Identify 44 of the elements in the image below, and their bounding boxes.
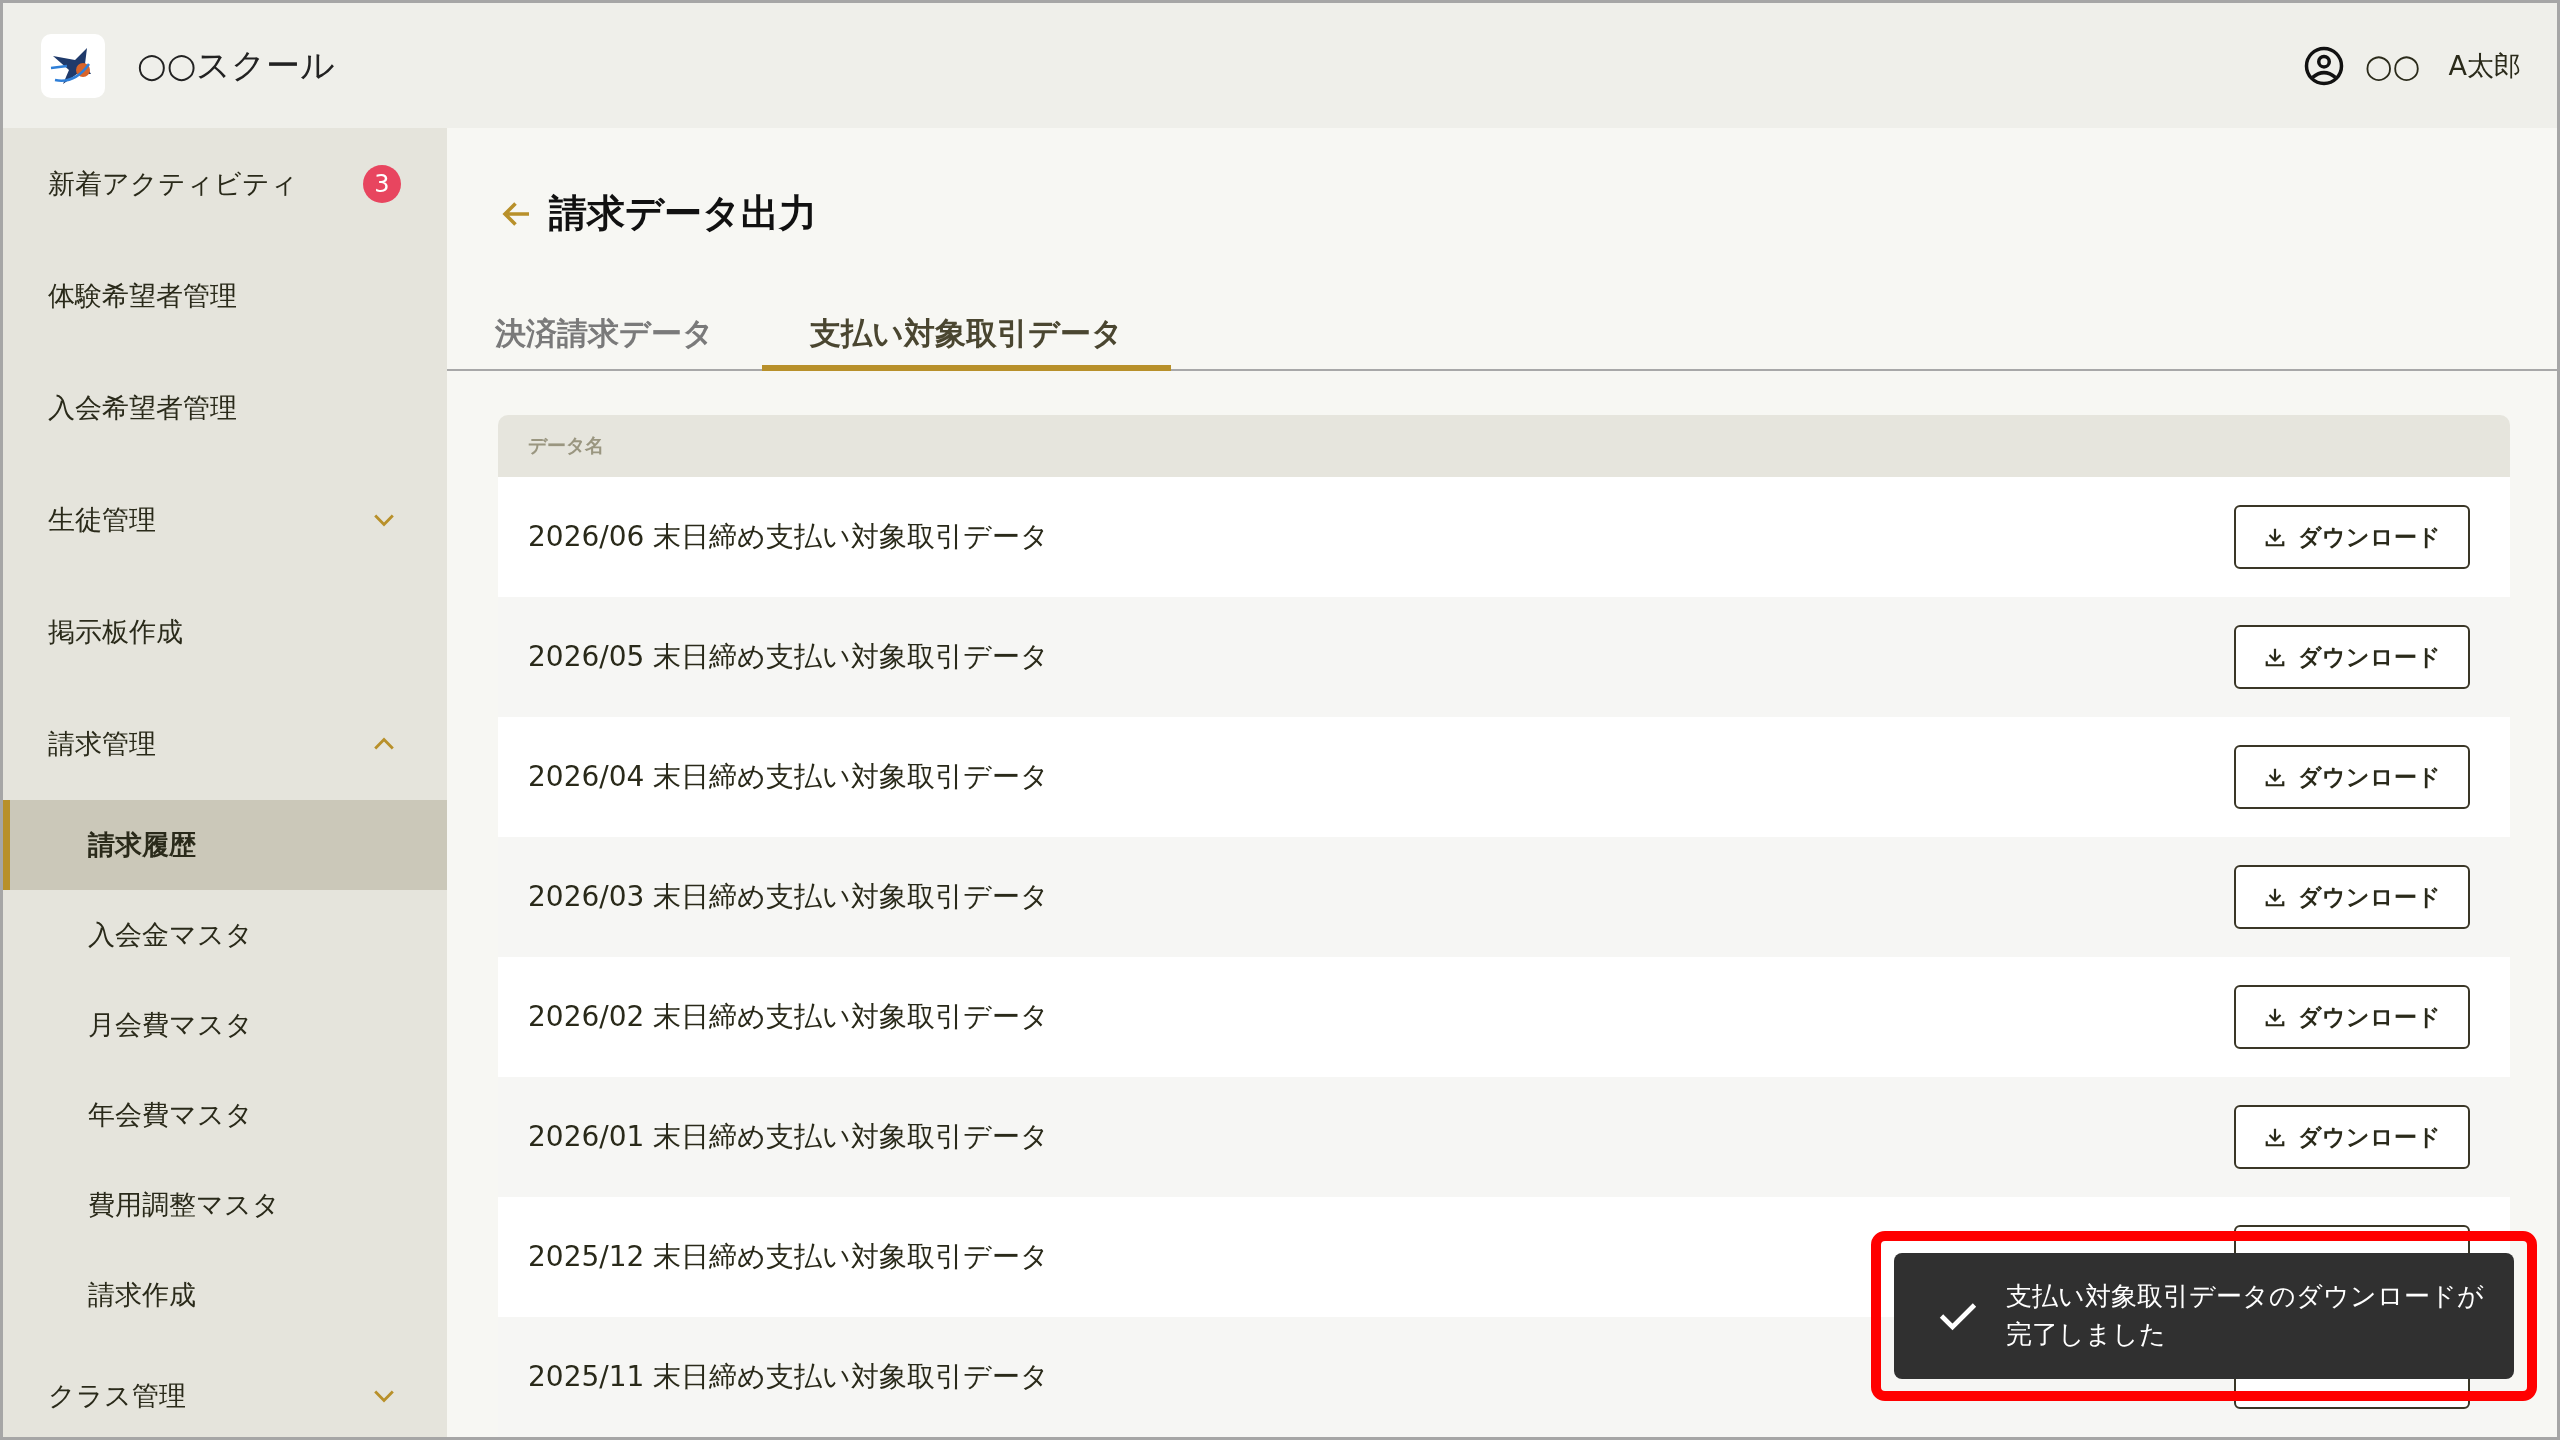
table-cell-text: 2025/12 末日締め支払い対象取引データ <box>528 1239 1050 1275</box>
table-cell-text: 2026/06 末日締め支払い対象取引データ <box>528 519 1050 555</box>
sidebar-item[interactable]: 入会希望者管理 <box>3 352 447 464</box>
sidebar-subitem[interactable]: 月会費マスタ <box>3 980 447 1070</box>
download-button[interactable]: ダウンロード <box>2234 985 2470 1049</box>
user-org: ○○ <box>2364 46 2421 85</box>
tab[interactable]: 支払い対象取引データ <box>762 313 1171 371</box>
sidebar-group[interactable]: 生徒管理 <box>3 464 447 576</box>
download-icon <box>2263 1006 2286 1028</box>
download-button[interactable]: ダウンロード <box>2234 745 2470 809</box>
sidebar-group[interactable]: 請求管理 <box>3 688 447 800</box>
download-icon <box>2263 526 2286 548</box>
tab[interactable]: 決済請求データ <box>447 313 762 371</box>
sidebar-subitem[interactable]: 請求履歴 <box>3 800 447 890</box>
download-button[interactable]: ダウンロード <box>2234 865 2470 929</box>
table-cell-text: 2026/04 末日締め支払い対象取引データ <box>528 759 1050 795</box>
count-badge: 3 <box>363 165 401 203</box>
download-icon <box>2263 1126 2286 1148</box>
app-name: ○○スクール <box>137 43 336 87</box>
sidebar-subitem[interactable]: 費用調整マスタ <box>3 1160 447 1250</box>
sidebar-item[interactable]: 掲示板作成 <box>3 576 447 688</box>
table-cell-text: 2025/11 末日締め支払い対象取引データ <box>528 1359 1050 1395</box>
table-cell-text: 2026/02 末日締め支払い対象取引データ <box>528 999 1050 1035</box>
column-header: データ名 <box>528 433 604 458</box>
user-icon <box>2302 44 2345 87</box>
sidebar-subitem[interactable]: 年会費マスタ <box>3 1070 447 1160</box>
bird-logo-icon <box>41 33 105 98</box>
user-name: A太郎 <box>2448 48 2521 83</box>
download-button[interactable]: ダウンロード <box>2234 1105 2470 1169</box>
download-icon <box>2263 886 2286 908</box>
sidebar-item[interactable]: 体験希望者管理 <box>3 240 447 352</box>
sidebar-group[interactable]: クラス管理 <box>3 1340 447 1437</box>
table-cell-text: 2026/01 末日締め支払い対象取引データ <box>528 1119 1050 1155</box>
download-icon <box>2263 646 2286 668</box>
download-button[interactable]: ダウンロード <box>2234 625 2470 689</box>
table-cell-text: 2026/05 末日締め支払い対象取引データ <box>528 639 1050 675</box>
toast-message: 支払い対象取引データのダウンロードが完了しました <box>2006 1280 2485 1351</box>
page-title: 請求データ出力 <box>549 190 817 237</box>
download-button[interactable]: ダウンロード <box>2234 505 2470 569</box>
sidebar-item[interactable]: 新着アクティビティ 3 <box>3 128 447 240</box>
table-cell-text: 2026/03 末日締め支払い対象取引データ <box>528 879 1050 915</box>
sidebar-subitem[interactable]: 入会金マスタ <box>3 890 447 980</box>
sidebar-subitem[interactable]: 請求作成 <box>3 1250 447 1340</box>
download-icon <box>2263 766 2286 788</box>
